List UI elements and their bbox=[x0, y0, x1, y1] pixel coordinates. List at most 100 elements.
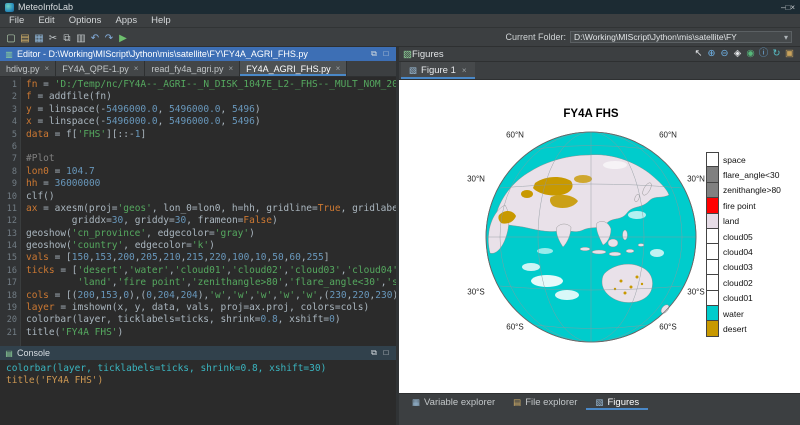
new-script-icon[interactable]: ▢ bbox=[4, 32, 18, 46]
legend-label: desert bbox=[723, 324, 747, 334]
code-line: ticks = ['desert','water','cloud01','clo… bbox=[26, 265, 396, 277]
identify-icon[interactable]: ⓘ bbox=[757, 47, 770, 61]
grid-label: 30°S bbox=[687, 288, 704, 297]
menu-file[interactable]: File bbox=[2, 14, 31, 27]
figure-title: FY4A FHS bbox=[399, 108, 783, 120]
geostationary-globe-map bbox=[485, 131, 697, 343]
legend-swatch bbox=[706, 275, 719, 290]
rotate-icon[interactable]: ↻ bbox=[770, 47, 783, 61]
legend-swatch bbox=[706, 214, 719, 229]
titlebar: MeteoInfoLab –□× bbox=[0, 0, 800, 14]
figure-tab-label: Figure 1 bbox=[421, 65, 456, 76]
legend-item: cloud05 bbox=[706, 229, 781, 244]
tab-label: FY4A_QPE-1.py bbox=[62, 64, 129, 74]
code-line: hh = 36000000 bbox=[26, 178, 396, 190]
editor-tab-read_fy4a_agri.py[interactable]: read_fy4a_agri.py× bbox=[145, 61, 240, 76]
legend-label: cloud05 bbox=[723, 232, 753, 242]
menu-edit[interactable]: Edit bbox=[31, 14, 61, 27]
run-icon[interactable]: ▶ bbox=[116, 32, 130, 46]
colorbar-legend: spaceflare_angle<30zenithangle>80fire po… bbox=[706, 152, 781, 337]
file-explorer-icon: ▤ bbox=[513, 397, 521, 408]
close-icon[interactable]: × bbox=[462, 66, 467, 75]
maximize-panel-icon[interactable]: □ bbox=[380, 47, 392, 61]
chevron-down-icon[interactable]: ▾ bbox=[784, 33, 788, 42]
tab-figure-1[interactable]: ▧ Figure 1 × bbox=[401, 62, 475, 79]
tab-figures[interactable]: ▧Figures bbox=[586, 394, 648, 410]
legend-label: zenithangle>80 bbox=[723, 185, 781, 195]
console-panel-header: ▤ Console ⧉□ bbox=[0, 346, 396, 360]
grid-label: 60°N bbox=[659, 131, 677, 140]
legend-item: flare_angle<30 bbox=[706, 167, 781, 182]
console-output[interactable]: colorbar(layer, ticklabels=ticks, shrink… bbox=[0, 360, 396, 425]
save-figure-icon[interactable]: ▣ bbox=[783, 47, 796, 61]
figures-icon: ▧ bbox=[595, 397, 603, 408]
tab-label: hdivg.py bbox=[6, 64, 40, 74]
open-file-icon[interactable]: ▤ bbox=[18, 32, 32, 46]
legend-label: fire point bbox=[723, 201, 756, 211]
tab-close-icon[interactable]: × bbox=[336, 64, 341, 73]
figure-tab-bar: ▧ Figure 1 × bbox=[399, 62, 800, 80]
editor-tab-fy4a_qpe-1.py[interactable]: FY4A_QPE-1.py × bbox=[56, 61, 145, 76]
tab-variable-explorer[interactable]: ▦Variable explorer bbox=[403, 394, 504, 410]
code-line bbox=[26, 141, 396, 153]
pan-icon[interactable]: ◈ bbox=[731, 47, 744, 61]
legend-swatch bbox=[706, 291, 719, 306]
float-icon[interactable]: ⧉ bbox=[368, 47, 380, 61]
legend-label: cloud01 bbox=[723, 293, 753, 303]
current-folder-combobox[interactable]: D:\Working\MIScript\Jython\mis\satellite… bbox=[570, 31, 792, 43]
code-line: cols = [(200,153,0),(0,204,204),'w','w',… bbox=[26, 290, 396, 302]
figures-panel-header: ▧ Figures ↖⊕⊖◈◉ⓘ↻▣ bbox=[399, 47, 800, 62]
editor-header-buttons: ⧉□ bbox=[368, 47, 392, 61]
legend-swatch bbox=[706, 183, 719, 198]
undo-icon[interactable]: ↶ bbox=[88, 32, 102, 46]
tab-label: FY4A_AGRI_FHS.py bbox=[246, 64, 331, 74]
legend-item: cloud01 bbox=[706, 291, 781, 306]
menu-help[interactable]: Help bbox=[144, 14, 178, 27]
app-title: MeteoInfoLab bbox=[18, 2, 781, 12]
code-line: x = linspace(-5496000.0, 5496000.0, 5496… bbox=[26, 116, 396, 128]
zoom-in-icon[interactable]: ⊕ bbox=[705, 47, 718, 61]
figure-canvas[interactable]: FY4A FHS bbox=[399, 80, 800, 393]
tab-file-explorer[interactable]: ▤File explorer bbox=[504, 394, 586, 410]
main-toolbar: ▢▤▦✂⧉▥↶↷▶ Current Folder: D:\Working\MIS… bbox=[0, 28, 800, 47]
legend-label: land bbox=[723, 216, 739, 226]
menu-options[interactable]: Options bbox=[62, 14, 109, 27]
copy-icon[interactable]: ⧉ bbox=[60, 32, 74, 46]
menu-apps[interactable]: Apps bbox=[108, 14, 144, 27]
legend-label: flare_angle<30 bbox=[723, 170, 779, 180]
cut-icon[interactable]: ✂ bbox=[46, 32, 60, 46]
editor-tab-fy4a_agri_fhs.py[interactable]: FY4A_AGRI_FHS.py × bbox=[240, 61, 347, 76]
grid-label: 60°S bbox=[506, 323, 523, 332]
tab-close-icon[interactable]: × bbox=[228, 64, 233, 73]
code-line: y = linspace(-5496000.0, 5496000.0, 5496… bbox=[26, 104, 396, 116]
float-icon[interactable]: ⧉ bbox=[368, 346, 380, 360]
code-editor[interactable]: fn = 'D:/Temp/nc/FY4A--_AGRI--_N_DISK_10… bbox=[21, 77, 396, 346]
code-line: colorbar(layer, ticklabels=ticks, shrink… bbox=[26, 314, 396, 326]
full-extent-icon[interactable]: ◉ bbox=[744, 47, 757, 61]
save-icon[interactable]: ▦ bbox=[32, 32, 46, 46]
editor-tab-hdivg.py[interactable]: hdivg.py × bbox=[0, 61, 56, 76]
editor-console-column: ▥ Editor - D:\Working\MIScript\Jython\mi… bbox=[0, 47, 399, 425]
maximize-panel-icon[interactable]: □ bbox=[380, 346, 392, 360]
close-icon[interactable]: × bbox=[790, 3, 795, 12]
main-area: ▥ Editor - D:\Working\MIScript\Jython\mi… bbox=[0, 47, 800, 425]
code-line: fn = 'D:/Temp/nc/FY4A--_AGRI--_N_DISK_10… bbox=[26, 79, 396, 91]
console-panel-icon: ▤ bbox=[4, 349, 14, 358]
current-folder-label: Current Folder: bbox=[505, 32, 566, 42]
zoom-out-icon[interactable]: ⊖ bbox=[718, 47, 731, 61]
legend-swatch bbox=[706, 244, 719, 259]
tab-close-icon[interactable]: × bbox=[45, 64, 50, 73]
select-icon[interactable]: ↖ bbox=[692, 47, 705, 61]
code-line: 'land','fire point','zenithangle>80','fl… bbox=[26, 277, 396, 289]
editor-panel-icon: ▥ bbox=[4, 50, 14, 59]
toolbar-icons: ▢▤▦✂⧉▥↶↷▶ bbox=[4, 28, 130, 46]
code-line: layer = imshown(x, y, data, vals, proj=a… bbox=[26, 302, 396, 314]
legend-swatch bbox=[706, 321, 719, 336]
legend-swatch bbox=[706, 229, 719, 244]
tab-close-icon[interactable]: × bbox=[134, 64, 139, 73]
figures-panel-icon: ▧ bbox=[403, 49, 412, 60]
redo-icon[interactable]: ↷ bbox=[102, 32, 116, 46]
paste-icon[interactable]: ▥ bbox=[74, 32, 88, 46]
meteoinfo-logo-icon bbox=[5, 3, 14, 12]
code-line: f = addfile(fn) bbox=[26, 91, 396, 103]
